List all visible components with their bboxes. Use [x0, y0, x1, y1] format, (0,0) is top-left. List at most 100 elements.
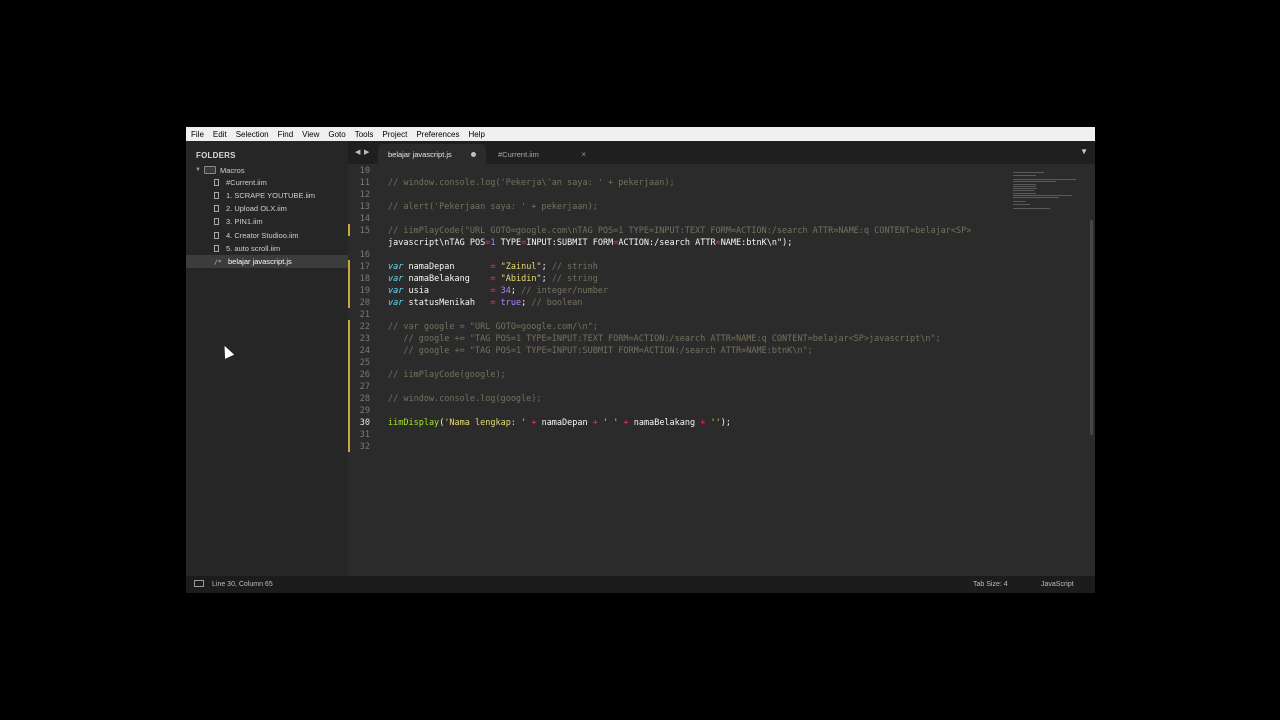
- minimap-line: [1013, 189, 1034, 191]
- line-number: 30: [359, 418, 370, 428]
- line-number: 16: [359, 250, 370, 260]
- line-number: 13: [359, 202, 370, 212]
- tab-bar: ◀ ▶ belajar javascript.js #Current.iim ×…: [348, 141, 1095, 164]
- tab-size-selector[interactable]: Tab Size: 4: [973, 581, 1008, 588]
- tab-back-arrow-icon[interactable]: ◀: [355, 148, 360, 156]
- line-text: // iimPlayCode("URL GOTO=google.com\nTAG…: [388, 226, 972, 236]
- menu-find[interactable]: Find: [274, 130, 298, 139]
- line-text: // google += "TAG POS=1 TYPE=INPUT:TEXT …: [403, 334, 941, 344]
- tab-forward-arrow-icon[interactable]: ▶: [364, 148, 369, 156]
- file-label: 2. Upload OLX.iim: [226, 204, 287, 213]
- line-number: 26: [359, 370, 370, 380]
- minimap-line: [1013, 180, 1057, 182]
- menu-bar: File Edit Selection Find View Goto Tools…: [186, 127, 1095, 141]
- sidebar-file-belajar-javascript[interactable]: /* belajar javascript.js: [186, 255, 348, 268]
- menu-help[interactable]: Help: [464, 130, 488, 139]
- line-text: // var google = "URL GOTO=google.com/\n"…: [388, 322, 598, 332]
- menu-edit[interactable]: Edit: [209, 130, 231, 139]
- sidebar: FOLDERS ▼ Macros #Current.iim 1. SCRAPE …: [186, 141, 348, 576]
- line-number: 29: [359, 406, 370, 416]
- line-number: 20: [359, 298, 370, 308]
- js-file-icon: /*: [214, 257, 222, 266]
- minimap[interactable]: [1013, 170, 1085, 214]
- file-label: 1. SCRAPE YOUTUBE.iim: [226, 191, 316, 200]
- folder-label: Macros: [220, 165, 245, 175]
- line-number: 11: [359, 178, 370, 188]
- tab-list-dropdown-icon[interactable]: ▼: [1080, 147, 1088, 156]
- menu-tools[interactable]: Tools: [351, 130, 378, 139]
- sidebar-file-scrape-youtube[interactable]: 1. SCRAPE YOUTUBE.iim: [186, 189, 348, 202]
- file-label: #Current.iim: [226, 178, 267, 187]
- line-number: 17: [359, 262, 370, 272]
- status-bar: Line 30, Column 65 Tab Size: 4 JavaScrip…: [186, 576, 1095, 593]
- minimap-line: [1013, 204, 1030, 206]
- menu-preferences[interactable]: Preferences: [412, 130, 463, 139]
- line-number: 24: [359, 346, 370, 356]
- line-number: 31: [359, 430, 370, 440]
- expand-arrow-icon[interactable]: ▼: [195, 167, 204, 173]
- folder-macros[interactable]: ▼ Macros: [195, 164, 245, 176]
- tab-current-iim[interactable]: #Current.iim ×: [488, 144, 596, 164]
- sidebar-file-pin1[interactable]: 3. PIN1.iim: [186, 215, 348, 228]
- file-label: 3. PIN1.iim: [226, 217, 263, 226]
- tab-label: #Current.iim: [498, 149, 539, 159]
- line-text: var namaBelakang = "Abidin"; // string: [388, 274, 598, 284]
- line-number: 18: [359, 274, 370, 284]
- file-icon: [214, 205, 219, 212]
- minimap-line: [1013, 171, 1044, 173]
- line-number: 25: [359, 358, 370, 368]
- line-text: // window.console.log('Pekerja\'an saya:…: [388, 178, 675, 188]
- line-text: javascript\nTAG POS=1 TYPE=INPUT:SUBMIT …: [388, 238, 793, 248]
- vertical-scrollbar[interactable]: [1090, 220, 1093, 435]
- file-icon: [214, 218, 219, 225]
- sidebar-file-auto-scroll[interactable]: 5. auto scroll.iim: [186, 242, 348, 255]
- file-label: belajar javascript.js: [228, 257, 292, 266]
- menu-file[interactable]: File: [186, 130, 208, 139]
- file-icon: [214, 192, 219, 199]
- line-number: 22: [359, 322, 370, 332]
- line-number: 32: [359, 442, 370, 452]
- line-number: 10: [359, 166, 370, 176]
- line-number: 15: [359, 226, 370, 236]
- file-icon: [214, 245, 219, 252]
- menu-project[interactable]: Project: [378, 130, 411, 139]
- folder-icon: [204, 166, 216, 174]
- line-text: var namaDepan = "Zainul"; // strinh: [388, 262, 598, 272]
- folders-header: FOLDERS: [196, 151, 236, 160]
- line-number: 14: [359, 214, 370, 224]
- tab-label: belajar javascript.js: [388, 149, 452, 159]
- file-icon: [214, 179, 219, 186]
- panel-toggle-icon[interactable]: [194, 580, 204, 587]
- file-label: 4. Creator Studioo.iim: [226, 231, 299, 240]
- line-text: // google += "TAG POS=1 TYPE=INPUT:SUBMI…: [403, 346, 813, 356]
- line-number: 28: [359, 394, 370, 404]
- file-icon: [214, 232, 219, 239]
- cursor-position: Line 30, Column 65: [212, 581, 273, 588]
- sidebar-file-current[interactable]: #Current.iim: [186, 176, 348, 189]
- file-label: 5. auto scroll.iim: [226, 244, 281, 253]
- line-text: iimDisplay('Nama lengkap: ' + namaDepan …: [388, 418, 732, 428]
- editor-window: File Edit Selection Find View Goto Tools…: [186, 127, 1095, 593]
- minimap-line: [1013, 207, 1050, 209]
- line-number: 27: [359, 382, 370, 392]
- line-number: 21: [359, 310, 370, 320]
- line-text: // alert('Pekerjaan saya: ' + pekerjaan)…: [388, 202, 598, 212]
- line-number: 23: [359, 334, 370, 344]
- menu-selection[interactable]: Selection: [232, 130, 273, 139]
- line-text: // iimPlayCode(google);: [388, 370, 506, 380]
- tab-belajar-javascript[interactable]: belajar javascript.js: [378, 144, 486, 164]
- unsaved-dot-icon[interactable]: [471, 151, 476, 157]
- close-icon[interactable]: ×: [581, 150, 586, 159]
- sidebar-file-upload-olx[interactable]: 2. Upload OLX.iim: [186, 202, 348, 215]
- sidebar-file-creator-studioo[interactable]: 4. Creator Studioo.iim: [186, 229, 348, 242]
- line-number: 19: [359, 286, 370, 296]
- code-editor[interactable]: 10 11 // window.console.log('Pekerja\'an s…: [348, 164, 1095, 576]
- line-number: 12: [359, 190, 370, 200]
- menu-view[interactable]: View: [298, 130, 323, 139]
- minimap-line: [1013, 175, 1036, 177]
- line-text: // window.console.log(google);: [388, 394, 542, 404]
- syntax-selector[interactable]: JavaScript: [1041, 581, 1074, 588]
- line-text: var usia = 34; // integer/number: [388, 286, 609, 296]
- menu-goto[interactable]: Goto: [324, 130, 349, 139]
- minimap-line: [1013, 197, 1059, 198]
